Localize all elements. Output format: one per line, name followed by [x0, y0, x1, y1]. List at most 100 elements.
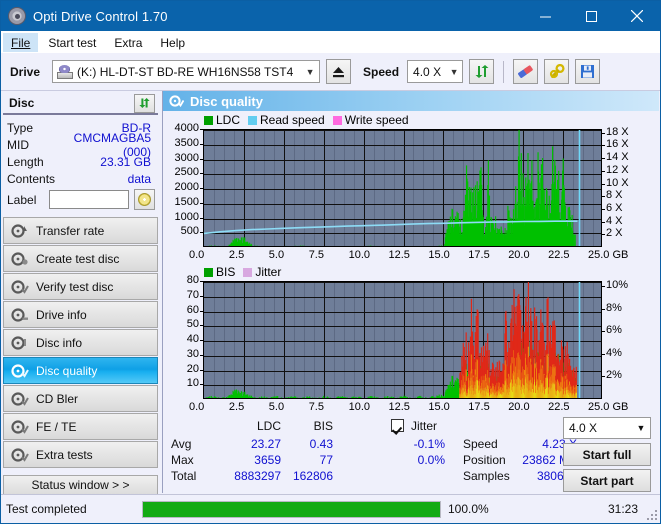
start-full-button[interactable]: Start full [563, 443, 651, 466]
menu-extra[interactable]: Extra [106, 33, 150, 52]
y2-axis-tick-label: 4% [606, 346, 622, 359]
sidebar-label: Disc quality [36, 363, 98, 378]
menu-help[interactable]: Help [152, 33, 193, 52]
legend-swatch [332, 115, 342, 125]
sidebar-item-cd-bler[interactable]: CD Bler [3, 385, 158, 412]
sidebar-label: Extra tests [36, 447, 93, 462]
y2-axis-tick [602, 354, 605, 355]
stats-max-bis: 77 [319, 453, 333, 467]
title-bar: Opti Drive Control 1.70 [1, 1, 660, 31]
disc-icon [8, 7, 26, 25]
menu-file[interactable]: File [3, 32, 39, 52]
drive-icon [57, 64, 74, 79]
refresh-button[interactable] [469, 59, 495, 84]
jitter-value-2: 0.0% [417, 453, 445, 467]
sidebar-item-verify-test-disc[interactable]: Verify test disc [3, 273, 158, 300]
eject-button[interactable] [326, 59, 352, 84]
plot-area [203, 129, 602, 247]
disc-length-key: Length [7, 154, 44, 169]
disc-row-length: Length 23.31 GB [7, 153, 157, 170]
test-speed-select[interactable]: 4.0 X ▼ [563, 417, 651, 439]
y-axis-tick-label: 500 [180, 225, 199, 238]
y-axis-tick-label: 70 [186, 288, 199, 301]
content-title: Disc quality [190, 93, 263, 109]
status-bar: Test completed 100.0% 31:23 [1, 494, 660, 523]
disc-contents-value: data [127, 171, 151, 186]
menu-start-test[interactable]: Start test [40, 33, 104, 52]
sidebar-label: CD Bler [36, 391, 79, 406]
y-axis-tick-label: 3500 [174, 136, 199, 149]
test-speed-value: 4.0 X [569, 421, 598, 435]
sidebar-label: Transfer rate [36, 223, 105, 238]
speed-select[interactable]: 4.0 X ▼ [407, 60, 464, 83]
x-axis-tick-label: 7.5 [308, 401, 324, 413]
sidebar-item-drive-info[interactable]: Drive info [3, 301, 158, 328]
y2-axis-tick-label: 10 X [606, 176, 629, 189]
menu-help-label: Help [160, 35, 186, 50]
disc-label-button[interactable] [134, 189, 155, 210]
save-button[interactable] [575, 59, 601, 84]
y-axis-tick [200, 296, 203, 297]
disc-check-icon [11, 279, 29, 295]
erase-button[interactable] [513, 59, 539, 84]
stats-row-avg-label: Avg [171, 437, 192, 451]
disc-label-input[interactable] [49, 190, 129, 209]
drive-select-value: (K:) HL-DT-ST BD-RE WH16NS58 TST4 [77, 64, 294, 79]
chevron-down-icon: ▼ [305, 66, 315, 77]
stats-total-ldc: 8883297 [234, 469, 281, 483]
disc-mid-key: MID [7, 137, 29, 152]
progress-bar [142, 500, 441, 518]
disc-row-mid: MID CMCMAGBA5 (000) [7, 131, 157, 159]
sidebar-item-disc-info[interactable]: Disc info [3, 329, 158, 356]
y-axis-tick [200, 370, 203, 371]
disc-bler-icon [11, 391, 29, 407]
stats-row-max-label: Max [171, 453, 194, 467]
disc-extra-icon [11, 447, 29, 463]
y2-axis-tick-label: 14 X [606, 151, 629, 164]
minimize-icon[interactable] [522, 1, 568, 31]
y-axis-tick-label: 40 [186, 333, 199, 345]
chevron-down-icon: ▼ [636, 423, 646, 433]
jitter-checkbox[interactable] [391, 419, 404, 432]
tools-button[interactable] [544, 59, 570, 84]
x-axis-tick-label: 22.5 [548, 249, 570, 261]
sidebar-item-create-test-disc[interactable]: Create test disc [3, 245, 158, 272]
x-axis-tick-label: 10.0 [348, 401, 371, 413]
y-axis-tick [200, 159, 203, 160]
y-axis-tick-label: 80 [186, 274, 199, 286]
resize-grip[interactable] [645, 508, 657, 520]
y2-axis-tick [602, 376, 605, 377]
menu-file-label: File [11, 35, 31, 50]
y2-axis-tick [602, 184, 605, 185]
y-axis-tick [200, 340, 203, 341]
disc-info-icon [11, 307, 29, 323]
y2-axis-tick-label: 6 X [606, 201, 623, 214]
maximize-icon[interactable] [568, 1, 614, 31]
content-panel: Disc quality LDC Read speed Write speed 400… [162, 91, 659, 493]
sidebar-item-fe-te[interactable]: FE / TE [3, 413, 158, 440]
sidebar-item-transfer-rate[interactable]: Transfer rate [3, 217, 158, 244]
disc-icon [138, 193, 151, 206]
y2-axis-tick [602, 234, 605, 235]
stats-row-total-label: Total [171, 469, 197, 483]
x-axis-tick-label: 17.5 [468, 249, 490, 261]
close-icon[interactable] [614, 1, 660, 31]
drive-label: Drive [10, 64, 41, 79]
jitter-value-1: -0.1% [413, 437, 445, 451]
y2-axis-tick-label: 18 X [606, 125, 629, 138]
sidebar-item-disc-quality[interactable]: Disc quality [3, 357, 158, 384]
y-axis-tick [200, 281, 203, 282]
y2-axis-tick [602, 145, 605, 146]
disc-refresh-button[interactable] [134, 93, 155, 113]
y2-axis-tick-label: 2 X [606, 227, 623, 240]
status-window-button[interactable]: Status window > > [3, 475, 158, 495]
drive-select[interactable]: (K:) HL-DT-ST BD-RE WH16NS58 TST4 ▼ [52, 60, 321, 83]
stats-col-bis: BIS [313, 419, 333, 433]
y2-axis-tick [602, 309, 605, 310]
x-axis-tick-label: 2.5 [228, 401, 245, 413]
start-part-button[interactable]: Start part [563, 469, 651, 492]
start-full-label: Start full [582, 447, 632, 462]
x-axis-tick-label: 12.5 [388, 401, 410, 413]
progress-percent: 100.0% [448, 502, 489, 516]
sidebar-item-extra-tests[interactable]: Extra tests [3, 441, 158, 468]
